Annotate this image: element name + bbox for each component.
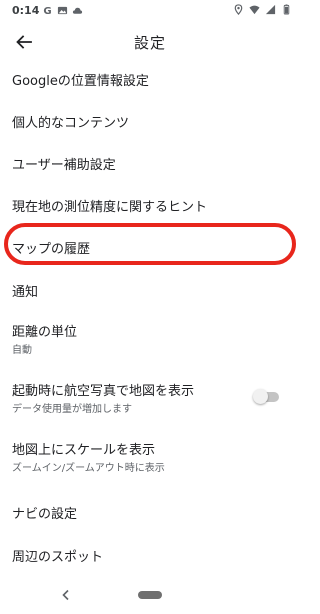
photo-icon <box>57 6 68 15</box>
item-title: 距離の単位 <box>12 325 78 340</box>
signal-icon <box>265 4 276 15</box>
item-title: ユーザー補助設定 <box>12 158 116 173</box>
app-bar: 設定 <box>0 22 300 62</box>
settings-item-show-scale[interactable]: 地図上にスケールを表示 ズームイン/ズームアウト時に表示 <box>0 429 300 481</box>
settings-item-maps-history[interactable]: マップの履歴 <box>0 226 300 266</box>
item-title: 周辺のスポット <box>12 550 104 565</box>
item-title: 起動時に航空写真で地図を表示 <box>12 384 195 399</box>
item-title: 個人的なコンテンツ <box>12 116 130 131</box>
item-subtitle: 自動 <box>12 345 32 356</box>
nav-back-icon <box>62 589 69 601</box>
battery-icon <box>283 4 290 15</box>
settings-item-personal-content[interactable]: 個人的なコンテンツ <box>0 100 300 140</box>
settings-item-accessibility[interactable]: ユーザー補助設定 <box>0 142 300 182</box>
item-subtitle: ズームイン/ズームアウト時に表示 <box>12 463 165 474</box>
satellite-view-toggle[interactable] <box>252 386 282 408</box>
settings-item-distance-units[interactable]: 距離の単位 自動 <box>0 311 300 359</box>
notification-icons: G <box>42 5 83 16</box>
settings-item-nearby-spots[interactable]: 周辺のスポット <box>0 534 300 574</box>
item-title: ナビの設定 <box>12 507 78 522</box>
item-title: 地図上にスケールを表示 <box>12 443 156 458</box>
svg-text:G: G <box>43 6 51 16</box>
item-title: 現在地の測位精度に関するヒント <box>12 200 208 215</box>
toggle-thumb <box>253 389 268 404</box>
item-subtitle: データ使用量が増加します <box>12 404 132 415</box>
g-icon: G <box>43 6 51 16</box>
settings-item-location-accuracy-tips[interactable]: 現在地の測位精度に関するヒント <box>0 184 300 224</box>
item-title: マップの履歴 <box>12 242 91 257</box>
status-time: 0:14 <box>12 4 40 17</box>
settings-item-google-location[interactable]: Googleの位置情報設定 <box>0 62 300 94</box>
status-bar: 0:14 G <box>0 0 300 22</box>
home-pill-icon[interactable] <box>138 591 162 599</box>
location-icon <box>234 4 243 15</box>
nav-back-button[interactable] <box>58 587 74 603</box>
item-title: 通知 <box>12 285 39 300</box>
settings-item-notifications[interactable]: 通知 <box>0 269 300 309</box>
cloud-icon <box>72 7 83 14</box>
settings-item-navigation-settings[interactable]: ナビの設定 <box>0 491 300 531</box>
page-title: 設定 <box>133 34 166 52</box>
wifi-icon <box>249 5 260 15</box>
system-icons <box>233 4 292 15</box>
system-nav-bar <box>0 580 300 614</box>
item-title: Googleの位置情報設定 <box>12 74 149 89</box>
settings-screen: 0:14 G 設定 Googleの位置情報設定 個人的なコンテンツ ユーザー補助… <box>0 0 300 614</box>
